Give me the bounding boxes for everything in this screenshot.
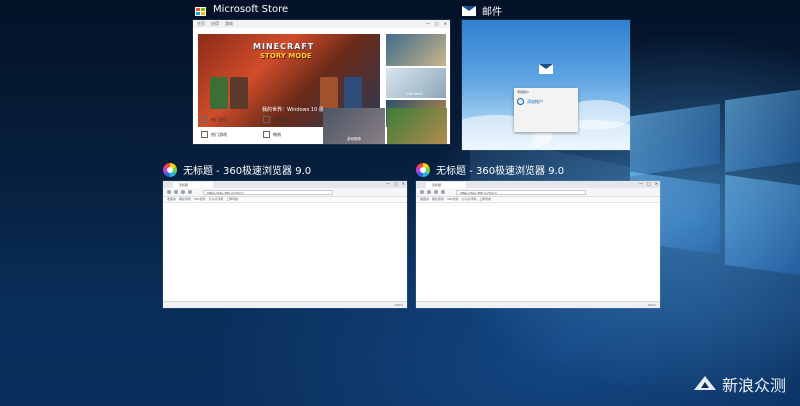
mail-window-title[interactable]: 邮件 (462, 3, 502, 18)
wallpaper-pane (725, 174, 800, 276)
store-nav-home[interactable]: 主页 (197, 20, 205, 28)
store-tile[interactable] (387, 108, 447, 144)
forward-icon[interactable] (174, 190, 178, 194)
store-tile[interactable]: Hot Wolf... (386, 68, 446, 98)
store-nav-bar: 主页 应用 游戏 (193, 20, 450, 28)
forward-icon[interactable] (427, 190, 431, 194)
mail-window-thumbnail[interactable]: 添加帐户 添加帐户 (462, 20, 630, 150)
mail-title-label: 邮件 (482, 7, 502, 18)
store-tile[interactable]: 游戏推荐 (323, 108, 385, 144)
browser-address-bar: https://hao.360.cn/?src= (416, 188, 660, 197)
window-controls: — □ ✕ (425, 21, 447, 26)
browser-address-bar: https://hao.360.cn/?src= (163, 188, 407, 197)
hero-subtitle: STORY MODE (260, 52, 312, 60)
store-window-title[interactable]: Microsoft Store (194, 3, 288, 16)
home-icon[interactable] (188, 190, 192, 194)
store-tile-label: Hot Wolf... (407, 92, 425, 96)
add-icon (517, 98, 524, 105)
wallpaper-pane (725, 89, 800, 173)
mail-icon (462, 5, 476, 16)
watermark-text: 新浪众测 (721, 376, 786, 395)
window-controls: — □ ✕ (638, 181, 658, 186)
zoom-level[interactable]: 100% (394, 302, 403, 308)
store-nav-games[interactable]: 游戏 (225, 20, 233, 28)
store-link[interactable]: 热门游戏 (201, 131, 227, 138)
home-icon[interactable] (441, 190, 445, 194)
favorites-bar: 收藏夹 · 网址导航 · 360搜索 · 大众点评网 · 上网导航 (416, 197, 660, 203)
microsoft-store-icon (194, 3, 207, 16)
wallpaper-pane (630, 103, 720, 177)
dialog-title: 添加帐户 (517, 90, 530, 94)
browser-window-title[interactable]: 无标题 - 360极速浏览器 9.0 (163, 162, 311, 177)
360-browser-icon (416, 162, 430, 177)
store-tile-label: 游戏推荐 (347, 137, 361, 141)
browser-title-label: 无标题 - 360极速浏览器 9.0 (436, 166, 565, 177)
window-controls: — □ ✕ (385, 181, 405, 186)
store-tile[interactable] (386, 34, 446, 66)
refresh-icon[interactable] (434, 190, 438, 194)
hero-title: MINECRAFT (253, 42, 315, 51)
watermark-logo-icon (693, 376, 716, 392)
favorites-bar: 收藏夹 · 网址导航 · 360搜索 · 大众点评网 · 上网导航 (163, 197, 407, 203)
browser-tab-bar: 无标题 — □ ✕ (163, 181, 407, 188)
store-link[interactable]: 热门应用 (201, 116, 227, 123)
refresh-icon[interactable] (181, 190, 185, 194)
add-account-dialog: 添加帐户 添加帐户 (514, 88, 578, 132)
store-title-label: Microsoft Store (213, 4, 289, 15)
watermark: 新浪众测 (693, 372, 786, 396)
browser-status-bar: 100% (416, 301, 660, 308)
360-browser-icon (163, 162, 177, 177)
browser-title-label: 无标题 - 360极速浏览器 9.0 (183, 166, 312, 177)
store-link[interactable]: 畅销 (263, 131, 281, 138)
mail-app-icon (539, 64, 553, 74)
browser-window-thumbnail[interactable]: 无标题 — □ ✕ https://hao.360.cn/?src= 收藏夹 · 网… (416, 181, 660, 308)
back-icon[interactable] (167, 190, 171, 194)
store-nav-apps[interactable]: 应用 (211, 20, 219, 28)
browser-tab-bar: 无标题 — □ ✕ (416, 181, 660, 188)
add-account-item[interactable]: 添加帐户 (517, 98, 575, 105)
browser-window-thumbnail[interactable]: 无标题 — □ ✕ https://hao.360.cn/?src= 收藏夹 · 网… (163, 181, 407, 308)
url-input[interactable]: https://hao.360.cn/?src= (456, 189, 586, 195)
browser-status-bar: 100% (163, 301, 407, 308)
hero-caption: 我的世界：Windows 10 版 (262, 107, 324, 113)
browser-window-title[interactable]: 无标题 - 360极速浏览器 9.0 (416, 162, 564, 177)
store-link[interactable]: 畅销应用 (263, 116, 289, 123)
zoom-level[interactable]: 100% (647, 302, 656, 308)
url-input[interactable]: https://hao.360.cn/?src= (203, 189, 333, 195)
back-icon[interactable] (420, 190, 424, 194)
store-window-thumbnail[interactable]: 主页 应用 游戏 — □ ✕ MINECRAFT STORY MODE 我的世界：W… (193, 20, 450, 144)
